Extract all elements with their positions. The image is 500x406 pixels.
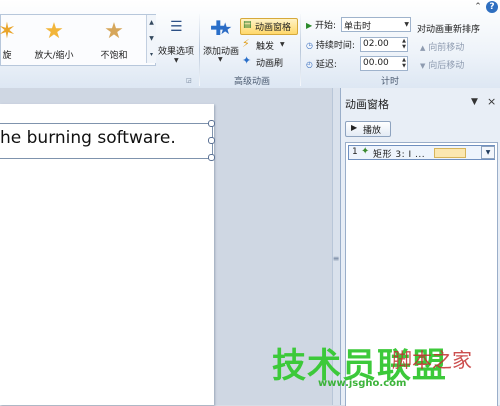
gallery-item-desaturate[interactable]: ★ 不饱和 bbox=[91, 15, 137, 63]
animation-painter-icon: ✦ bbox=[242, 54, 252, 67]
animation-pane-toggle-button[interactable]: ▤ 动画窗格 bbox=[240, 18, 298, 35]
chevron-down-icon: ▼ bbox=[404, 21, 409, 28]
gallery-item-label: 旋 bbox=[2, 51, 12, 61]
lightning-icon: ⚡ bbox=[242, 37, 250, 50]
reorder-title: 对动画重新排序 bbox=[417, 25, 481, 35]
play-triangle-icon: ▶ bbox=[306, 21, 313, 30]
desaturate-star-icon: ★ bbox=[104, 19, 124, 44]
move-later-button[interactable]: ▼ 向后移动 bbox=[420, 58, 464, 71]
chevron-down-icon: ▼ bbox=[218, 56, 223, 63]
animation-list-item[interactable]: 1 ✦ 矩形 3: I ... ▼ bbox=[348, 145, 495, 160]
grow-shrink-star-icon: ★ bbox=[44, 19, 64, 44]
duration-row: ◷ 持续时间: bbox=[306, 38, 355, 51]
star-icon: ★ bbox=[218, 19, 233, 38]
watermark-url: www.jsgho.com bbox=[318, 378, 407, 389]
start-row: ▶ 开始: bbox=[306, 18, 336, 31]
play-icon: ▶ bbox=[351, 123, 358, 132]
chevron-down-icon: ▼ bbox=[174, 57, 179, 64]
timing-bar bbox=[434, 148, 466, 158]
animation-target-name: 矩形 3: I ... bbox=[373, 150, 426, 160]
arrow-up-icon: ▲ bbox=[420, 44, 426, 52]
clock-icon: ◷ bbox=[306, 41, 313, 50]
gallery-item-grow-shrink[interactable]: ★ 放大/缩小 bbox=[29, 15, 79, 63]
timing-group-label: 计时 bbox=[380, 77, 399, 87]
duration-input[interactable]: 02.00 ▲ ▼ bbox=[360, 37, 408, 52]
ribbon: ⌃ ? ✶ 旋 ★ 放大/缩小 ★ 不饱和 ▲ ▼ ▾ ☰ 效果选项 ▼ ◲ ✚… bbox=[0, 0, 500, 89]
start-select[interactable]: 单击时 ▼ bbox=[341, 17, 411, 32]
resize-handle[interactable] bbox=[208, 154, 215, 161]
gallery-item-spin[interactable]: ✶ 旋 bbox=[0, 15, 27, 63]
gallery-scroll-down-button[interactable]: ▼ bbox=[146, 31, 156, 47]
spin-down-icon[interactable]: ▼ bbox=[402, 63, 406, 69]
pane-options-icon[interactable]: ▼ bbox=[471, 97, 478, 107]
advanced-animation-group-label: 高级动画 bbox=[233, 77, 270, 87]
add-animation-button[interactable]: ✚ ★ 添加动画 ▼ bbox=[202, 14, 240, 66]
gallery-more-button[interactable]: ▾ bbox=[146, 47, 156, 63]
gallery-item-label: 放大/缩小 bbox=[34, 51, 74, 61]
splitter-grip-icon[interactable]: ≡ bbox=[332, 253, 340, 265]
slide-canvas[interactable]: he burning software. bbox=[0, 104, 215, 405]
move-earlier-label: 向前移动 bbox=[428, 43, 465, 53]
chevron-down-icon[interactable]: ▼ bbox=[481, 146, 495, 159]
play-label: 播放 bbox=[363, 126, 382, 136]
delay-label: 延迟: bbox=[315, 60, 337, 70]
duration-label: 持续时间: bbox=[315, 41, 355, 51]
play-button[interactable]: ▶ 播放 bbox=[345, 121, 391, 137]
spin-star-icon: ✶ bbox=[0, 19, 17, 44]
animation-painter-button[interactable]: ✦ 动画刷 bbox=[242, 54, 292, 69]
group-separator bbox=[300, 14, 301, 86]
slide-text[interactable]: he burning software. bbox=[0, 128, 212, 148]
start-label: 开始: bbox=[315, 21, 337, 31]
delay-value: 00.00 bbox=[363, 58, 389, 68]
trigger-button[interactable]: ⚡ 触发 ▼ bbox=[242, 37, 292, 52]
help-icon[interactable]: ? bbox=[486, 1, 498, 13]
spin-down-icon[interactable]: ▼ bbox=[402, 44, 406, 50]
delay-input[interactable]: 00.00 ▲ ▼ bbox=[360, 56, 408, 71]
gallery-item-label: 不饱和 bbox=[100, 51, 128, 61]
animation-pane-label: 动画窗格 bbox=[255, 23, 292, 33]
move-earlier-button[interactable]: ▲ 向前移动 bbox=[420, 40, 464, 53]
animation-gallery: ✶ 旋 ★ 放大/缩小 ★ 不饱和 ▲ ▼ ▾ bbox=[0, 14, 156, 66]
duration-value: 02.00 bbox=[363, 39, 389, 49]
arrow-down-icon: ▼ bbox=[420, 62, 426, 70]
chevron-down-icon: ▼ bbox=[280, 41, 285, 48]
animation-order-number: 1 bbox=[352, 147, 358, 157]
effect-options-icon: ☰ bbox=[170, 19, 183, 35]
delay-row: ◴ 延迟: bbox=[306, 57, 337, 70]
group-separator bbox=[199, 14, 200, 86]
animation-pane-icon: ▤ bbox=[243, 20, 252, 30]
start-select-value: 单击时 bbox=[344, 22, 372, 32]
animation-pane-title: 动画窗格 bbox=[345, 98, 389, 111]
watermark-side-text: 脚本之家 bbox=[392, 348, 472, 372]
close-icon[interactable]: × bbox=[487, 95, 496, 108]
animation-painter-label: 动画刷 bbox=[256, 59, 284, 69]
gallery-scroll-up-button[interactable]: ▲ bbox=[146, 15, 156, 31]
trigger-label: 触发 bbox=[256, 42, 275, 52]
dialog-launcher-icon[interactable]: ◲ bbox=[186, 77, 192, 84]
effect-options-button[interactable]: ☰ 效果选项 ▼ bbox=[158, 20, 198, 68]
delay-icon: ◴ bbox=[306, 60, 313, 69]
resize-handle[interactable] bbox=[208, 120, 215, 127]
entrance-effect-icon: ✦ bbox=[361, 146, 370, 157]
effect-options-label: 效果选项 bbox=[158, 47, 195, 57]
move-later-label: 向后移动 bbox=[428, 61, 465, 71]
minimize-ribbon-icon[interactable]: ⌃ bbox=[472, 1, 484, 13]
